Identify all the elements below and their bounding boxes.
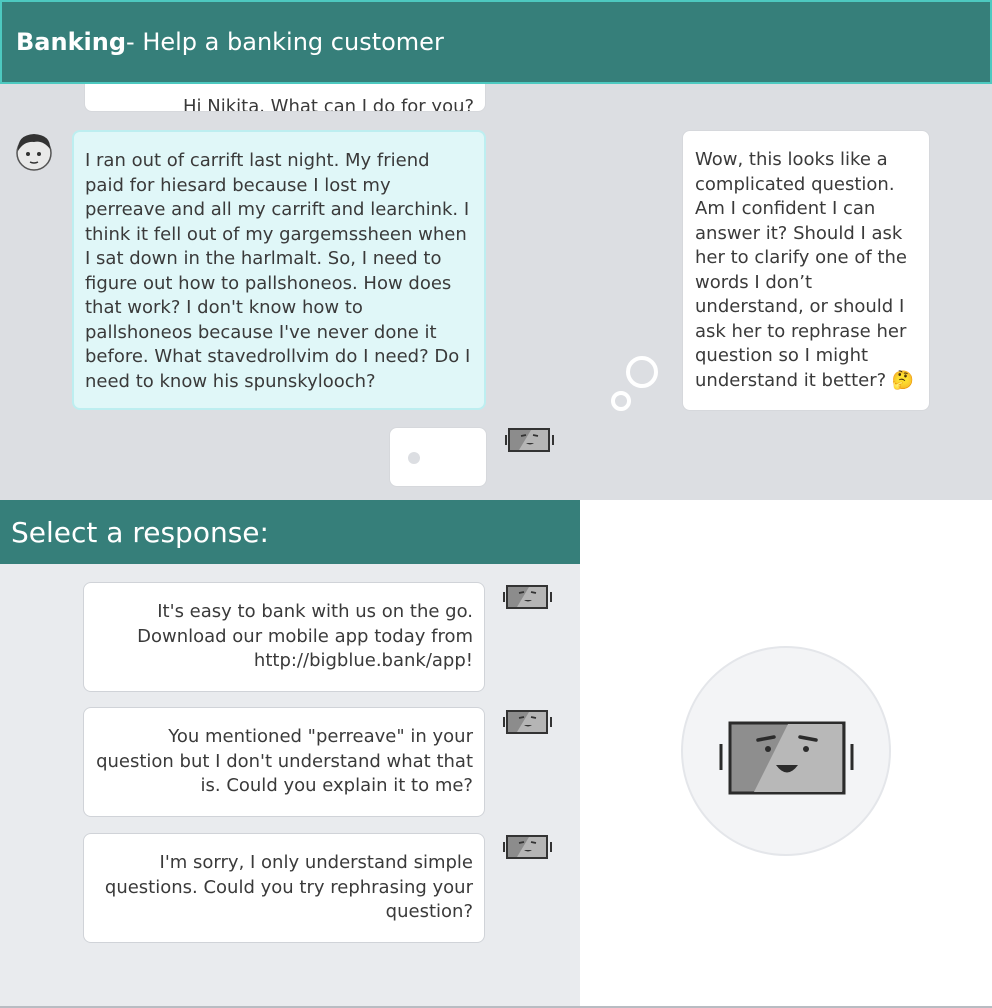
user-message-text: I ran out of carrift last night. My frie… bbox=[85, 150, 471, 392]
response-option-3[interactable]: I'm sorry, I only understand simple ques… bbox=[83, 833, 485, 943]
response-option-text: It's easy to bank with us on the go. Dow… bbox=[137, 601, 473, 671]
robot-icon bbox=[719, 721, 854, 795]
user-message-bubble: I ran out of carrift last night. My frie… bbox=[72, 130, 486, 410]
previous-bot-message-text: Hi Nikita. What can I do for you? bbox=[183, 95, 475, 112]
thought-circle-large bbox=[626, 356, 658, 388]
thought-circle-small bbox=[611, 391, 631, 411]
response-option-2[interactable]: You mentioned "perreave" in your questio… bbox=[83, 707, 485, 817]
previous-bot-message: Hi Nikita. What can I do for you? bbox=[84, 84, 486, 112]
user-avatar-icon bbox=[16, 134, 52, 171]
response-option-1[interactable]: It's easy to bank with us on the go. Dow… bbox=[83, 582, 485, 692]
robot-icon bbox=[503, 835, 552, 859]
robot-icon bbox=[505, 428, 554, 452]
chat-panel: Hi Nikita. What can I do for you? I ran … bbox=[0, 84, 992, 500]
bot-typing-indicator bbox=[389, 427, 487, 487]
response-option-text: I'm sorry, I only understand simple ques… bbox=[104, 852, 473, 922]
bot-thought-text: Wow, this looks like a complicated quest… bbox=[695, 149, 915, 391]
app-header: Banking - Help a banking customer bbox=[0, 0, 992, 84]
select-response-heading: Select a response: bbox=[0, 500, 580, 564]
robot-icon bbox=[503, 585, 552, 609]
header-title-task: - Help a banking customer bbox=[126, 28, 444, 56]
response-option-text: You mentioned "perreave" in your questio… bbox=[96, 726, 473, 796]
robot-icon bbox=[503, 710, 552, 734]
typing-dot bbox=[408, 452, 420, 464]
header-title-domain: Banking bbox=[16, 28, 127, 56]
bot-thought-bubble: Wow, this looks like a complicated quest… bbox=[682, 130, 930, 411]
select-response-label: Select a response: bbox=[11, 515, 269, 549]
response-options-panel: It's easy to bank with us on the go. Dow… bbox=[0, 564, 580, 1008]
